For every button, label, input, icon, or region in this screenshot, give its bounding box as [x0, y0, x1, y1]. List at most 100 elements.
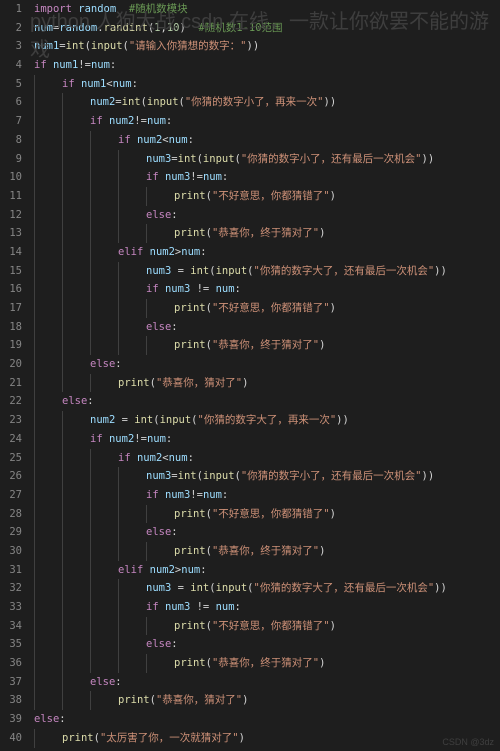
line-number: 5: [0, 75, 22, 94]
indent-guide: [62, 673, 63, 692]
indent-guide: [34, 392, 35, 411]
line-number: 35: [0, 635, 22, 654]
code-line: num2 = int(input("你猜的数字大了，再来一次")): [30, 411, 500, 430]
code-line: print("不好意思，你都猜错了"): [30, 299, 500, 318]
code-line: num3 = int(input("你猜的数字大了，还有最后一次机会")): [30, 262, 500, 281]
indent-guide: [62, 112, 63, 131]
code-content: print("不好意思，你都猜错了"): [30, 505, 336, 524]
indent-guide: [118, 505, 119, 524]
code-content: else:: [30, 710, 66, 729]
line-number: 25: [0, 449, 22, 468]
indent-guide: [62, 598, 63, 617]
code-content: else:: [30, 318, 178, 337]
line-number-gutter: 1234567891011121314151617181920212223242…: [0, 0, 30, 751]
indent-guide: [62, 318, 63, 337]
code-line: if num2!=num:: [30, 112, 500, 131]
indent-guide: [90, 691, 91, 710]
indent-guide: [34, 505, 35, 524]
indent-guide: [62, 336, 63, 355]
code-content: print("太厉害了你，一次就猜对了"): [30, 729, 245, 748]
code-content: print("不好意思，你都猜错了"): [30, 187, 336, 206]
indent-guide: [90, 280, 91, 299]
indent-guide: [146, 187, 147, 206]
code-area: import random #随机数模块num=random.randint(1…: [30, 0, 500, 751]
indent-guide: [62, 355, 63, 374]
code-line: print("恭喜你，终于猜对了"): [30, 224, 500, 243]
indent-guide: [90, 654, 91, 673]
line-number: 17: [0, 299, 22, 318]
indent-guide: [90, 262, 91, 281]
code-line: if num1!=num:: [30, 56, 500, 75]
line-number: 33: [0, 598, 22, 617]
code-line: else:: [30, 710, 500, 729]
indent-guide: [118, 168, 119, 187]
indent-guide: [34, 542, 35, 561]
line-number: 32: [0, 579, 22, 598]
indent-guide: [90, 523, 91, 542]
code-line: if num2<num:: [30, 131, 500, 150]
indent-guide: [62, 262, 63, 281]
code-line: print("不好意思，你都猜错了"): [30, 505, 500, 524]
code-content: print("恭喜你，终于猜对了"): [30, 336, 325, 355]
indent-guide: [34, 187, 35, 206]
indent-guide: [118, 299, 119, 318]
indent-guide: [62, 374, 63, 393]
indent-guide: [34, 411, 35, 430]
indent-guide: [90, 542, 91, 561]
code-content: if num1!=num:: [30, 56, 116, 75]
line-number: 10: [0, 168, 22, 187]
line-number: 34: [0, 617, 22, 636]
line-number: 1: [0, 0, 22, 19]
indent-guide: [34, 467, 35, 486]
line-number: 20: [0, 355, 22, 374]
indent-guide: [146, 654, 147, 673]
code-content: print("恭喜你，终于猜对了"): [30, 654, 325, 673]
indent-guide: [118, 617, 119, 636]
line-number: 29: [0, 523, 22, 542]
indent-guide: [90, 299, 91, 318]
indent-guide: [62, 150, 63, 169]
line-number: 21: [0, 374, 22, 393]
code-content: elif num2>num:: [30, 561, 207, 580]
indent-guide: [62, 505, 63, 524]
indent-guide: [62, 168, 63, 187]
indent-guide: [34, 131, 35, 150]
indent-guide: [62, 93, 63, 112]
indent-guide: [118, 579, 119, 598]
code-content: else:: [30, 355, 122, 374]
indent-guide: [34, 673, 35, 692]
code-line: print("太厉害了你，一次就猜对了"): [30, 729, 500, 748]
indent-guide: [34, 280, 35, 299]
indent-guide: [90, 617, 91, 636]
indent-guide: [62, 299, 63, 318]
indent-guide: [34, 355, 35, 374]
indent-guide: [62, 635, 63, 654]
code-line: elif num2>num:: [30, 243, 500, 262]
code-line: if num3!=num:: [30, 486, 500, 505]
code-line: num=random.randint(1,10) #随机数1-10范围: [30, 19, 500, 38]
line-number: 15: [0, 262, 22, 281]
code-content: print("恭喜你，终于猜对了"): [30, 542, 325, 561]
line-number: 19: [0, 336, 22, 355]
indent-guide: [90, 243, 91, 262]
indent-guide: [62, 131, 63, 150]
line-number: 2: [0, 19, 22, 38]
line-number: 26: [0, 467, 22, 486]
indent-guide: [34, 262, 35, 281]
code-content: else:: [30, 523, 178, 542]
code-line: num3=int(input("你猜的数字小了，还有最后一次机会")): [30, 467, 500, 486]
indent-guide: [118, 654, 119, 673]
indent-guide: [90, 561, 91, 580]
code-line: else:: [30, 206, 500, 225]
indent-guide: [118, 187, 119, 206]
indent-guide: [34, 691, 35, 710]
line-number: 13: [0, 224, 22, 243]
code-line: if num2<num:: [30, 449, 500, 468]
code-content: if num2!=num:: [30, 430, 172, 449]
line-number: 28: [0, 505, 22, 524]
code-line: num1=int(input("请输入你猜想的数字：")): [30, 37, 500, 56]
indent-guide: [118, 598, 119, 617]
line-number: 3: [0, 37, 22, 56]
indent-guide: [90, 336, 91, 355]
indent-guide: [62, 542, 63, 561]
